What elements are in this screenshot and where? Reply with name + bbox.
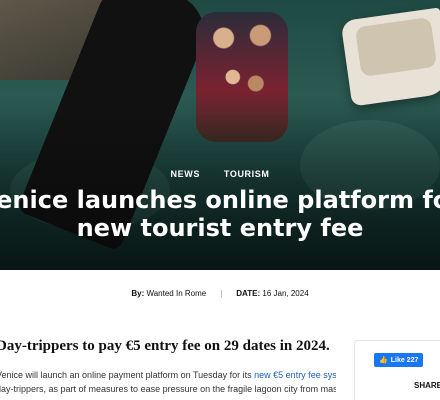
- article-lead: Day-trippers to pay €5 entry fee on 29 d…: [0, 338, 330, 354]
- para-text: Venice will launch an online payment pla…: [0, 370, 255, 380]
- article-paragraph: Venice will launch an online payment pla…: [0, 368, 336, 396]
- byline-separator: |: [220, 289, 223, 298]
- article-headline: Venice launches online platform for new …: [0, 186, 440, 242]
- author[interactable]: Wanted In Rome: [146, 289, 206, 298]
- para-text: day-trippers, as part of measures to eas…: [0, 384, 336, 394]
- share-label: SHARE:: [414, 381, 440, 390]
- by-label: By:: [131, 289, 145, 298]
- tag-tourism[interactable]: TOURISM: [224, 169, 270, 179]
- date-label: DATE:: [236, 289, 261, 298]
- share-box: [354, 340, 440, 400]
- category-tags: NEWS TOURISM: [0, 169, 440, 179]
- like-count: Like 227: [390, 356, 419, 364]
- thumbs-up-icon: 👍: [379, 357, 388, 364]
- facebook-like-button[interactable]: 👍 Like 227: [374, 353, 424, 367]
- publish-date: 16 Jan, 2024: [262, 289, 309, 298]
- tag-news[interactable]: NEWS: [171, 169, 200, 179]
- byline: By: Wanted In Rome | DATE: 16 Jan, 2024: [0, 289, 440, 298]
- entry-fee-link[interactable]: new €5 entry fee system: [254, 370, 336, 380]
